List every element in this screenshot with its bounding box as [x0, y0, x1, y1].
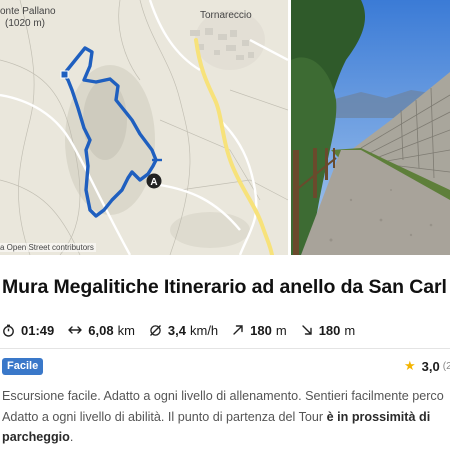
distance-value: 6,08: [88, 322, 114, 338]
ascent-unit: m: [275, 322, 287, 338]
speed-unit: km/h: [189, 322, 219, 338]
distance-unit: km: [117, 322, 135, 338]
photo-image: [291, 0, 450, 255]
descent-unit: m: [344, 322, 356, 338]
stat-descent: 180 m: [301, 322, 356, 338]
description-line-1: Escursione facile. Adatto a ogni livello…: [2, 389, 444, 403]
distance-arrows-icon: [68, 326, 82, 334]
ascent-arrow-icon: [233, 325, 243, 335]
map-peak-label: onte Pallano (1020 m): [0, 6, 56, 29]
tour-description: Escursione facile. Adatto a ogni livello…: [2, 386, 450, 448]
speed-value: 3,4: [167, 322, 186, 338]
descent-value: 180: [318, 322, 341, 338]
route-map[interactable]: A onte Pallano (1020 m) Tornareccio a Op…: [0, 0, 288, 255]
tour-stats: 01:49 6,08 km 3,4 km/h 180 m 180 m: [2, 321, 369, 339]
map-attribution[interactable]: a Open Street contributors: [0, 243, 96, 252]
difficulty-badge: Facile: [2, 358, 44, 375]
stat-speed: 3,4 km/h: [149, 323, 218, 338]
average-speed-icon: [149, 324, 161, 336]
rating-score: 3,0: [421, 358, 440, 374]
duration-value: 01:49: [21, 322, 55, 338]
description-line-3: parcheggio.: [2, 430, 74, 444]
stat-duration: 01:49: [2, 323, 54, 338]
ascent-value: 180: [250, 322, 272, 338]
section-divider: [0, 348, 450, 349]
tour-photo[interactable]: [291, 0, 450, 255]
stopwatch-icon: [3, 324, 14, 337]
star-icon: ★: [404, 358, 416, 373]
descent-arrow-icon: [302, 325, 312, 335]
map-graphic: A: [0, 0, 288, 255]
map-town-label: Tornareccio: [200, 10, 252, 21]
start-marker-label: A: [150, 177, 157, 188]
description-line-2: Adatto a ogni livello di abilità. Il pun…: [2, 409, 431, 424]
tour-media: A onte Pallano (1020 m) Tornareccio a Op…: [0, 0, 450, 255]
stat-distance: 6,08 km: [68, 323, 135, 338]
stat-ascent: 180 m: [232, 323, 287, 338]
tour-rating[interactable]: ★ 3,0 (2: [404, 358, 450, 374]
tour-title[interactable]: Mura Megalitiche Itinerario ad anello da…: [2, 276, 450, 299]
rating-count: (2: [442, 360, 450, 372]
